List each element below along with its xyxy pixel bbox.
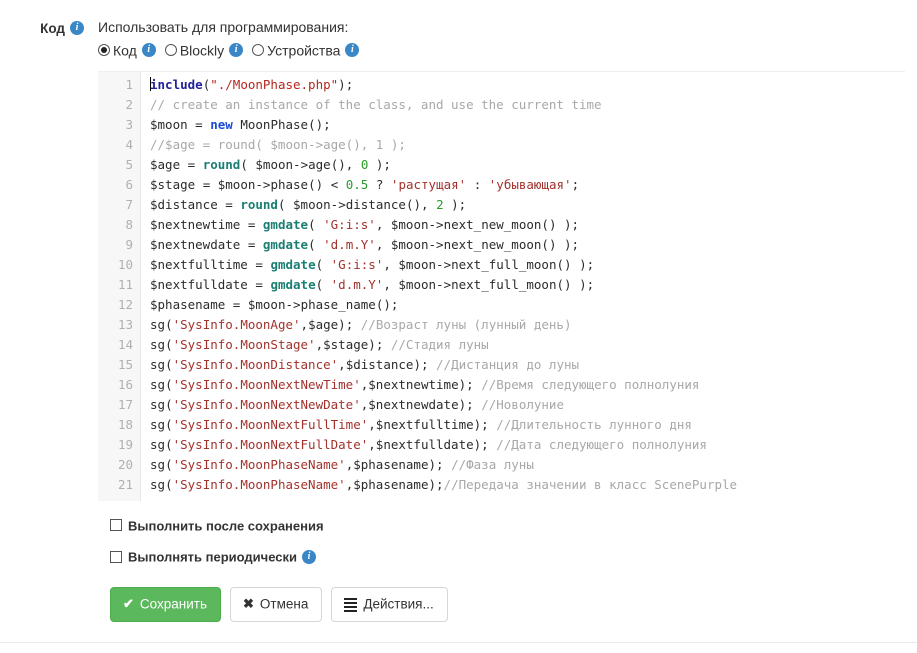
options-checkbox-group: Выполнить после сохранения Выполнять пер… [98,515,905,569]
code-line[interactable]: $age = round( $moon->age(), 0 ); [150,155,905,175]
editor-code-area[interactable]: include("./MoonPhase.php");// create an … [141,72,905,501]
radio-option-devices[interactable]: Устройства i [252,40,359,61]
code-line[interactable]: sg('SysInfo.MoonDistance',$distance); //… [150,355,905,375]
cancel-button-label: Отмена [260,596,308,611]
line-number: 7 [98,195,133,215]
code-editor[interactable]: 123456789101112131415161718192021 includ… [98,71,905,501]
checkbox-row-run-periodically[interactable]: Выполнять периодически i [110,546,905,569]
radio-dot-blockly[interactable] [165,44,177,56]
devices-mode-info-icon[interactable]: i [345,43,359,57]
code-form-row: Кодi Использовать для программирования: … [0,0,917,622]
code-line[interactable]: sg('SysInfo.MoonNextFullTime',$nextfullt… [150,415,905,435]
code-mode-info-icon[interactable]: i [142,43,156,57]
code-line[interactable]: sg('SysInfo.MoonNextNewTime',$nextnewtim… [150,375,905,395]
line-number: 10 [98,255,133,275]
code-line[interactable]: include("./MoonPhase.php"); [150,75,905,95]
run-periodically-info-icon[interactable]: i [302,550,316,564]
bottom-divider [0,642,917,643]
field-column: Использовать для программирования: КодiB… [98,18,917,622]
editor-line-number-gutter: 123456789101112131415161718192021 [98,72,141,501]
code-line[interactable]: // create an instance of the class, and … [150,95,905,115]
hamburger-icon [344,598,357,609]
radio-option-blockly[interactable]: Blockly i [165,40,243,61]
programming-mode-radio-group: КодiBlocklyiУстройстваi [98,40,905,61]
code-line[interactable]: sg('SysInfo.MoonPhaseName',$phasename);/… [150,475,905,495]
line-number: 6 [98,175,133,195]
code-line[interactable]: sg('SysInfo.MoonPhaseName',$phasename); … [150,455,905,475]
radio-label-blockly: Blockly [180,43,224,59]
line-number: 16 [98,375,133,395]
use-for-programming-label: Использовать для программирования: [98,18,905,37]
code-line[interactable]: $nextfulltime = gmdate( 'G:i:s', $moon->… [150,255,905,275]
checkbox-run-after-save[interactable] [110,519,122,531]
line-number: 20 [98,455,133,475]
code-line[interactable]: sg('SysInfo.MoonAge',$age); //Возраст лу… [150,315,905,335]
code-line[interactable]: sg('SysInfo.MoonNextFullDate',$nextfulld… [150,435,905,455]
blockly-mode-info-icon[interactable]: i [229,43,243,57]
line-number: 3 [98,115,133,135]
code-line[interactable]: $phasename = $moon->phase_name(); [150,295,905,315]
code-line[interactable]: sg('SysInfo.MoonNextNewDate',$nextnewdat… [150,395,905,415]
radio-label-code: Код [113,43,137,59]
line-number: 15 [98,355,133,375]
code-line[interactable]: $moon = new MoonPhase(); [150,115,905,135]
line-number: 13 [98,315,133,335]
code-line[interactable]: $nextnewdate = gmdate( 'd.m.Y', $moon->n… [150,235,905,255]
radio-dot-code[interactable] [98,44,110,56]
line-number: 8 [98,215,133,235]
line-number: 19 [98,435,133,455]
radio-label-devices: Устройства [267,43,340,59]
line-number: 5 [98,155,133,175]
radio-dot-devices[interactable] [252,44,264,56]
line-number: 11 [98,275,133,295]
line-number: 1 [98,75,133,95]
line-number: 21 [98,475,133,495]
code-line[interactable]: sg('SysInfo.MoonStage',$stage); //Стадия… [150,335,905,355]
line-number: 17 [98,395,133,415]
code-info-icon[interactable]: i [70,21,84,35]
line-number: 4 [98,135,133,155]
check-icon: ✔ [123,597,134,610]
checkbox-label-run-after-save: Выполнить после сохранения [128,518,324,533]
code-line[interactable]: $nextfulldate = gmdate( 'd.m.Y', $moon->… [150,275,905,295]
line-number: 2 [98,95,133,115]
save-button-label: Сохранить [140,596,207,611]
line-number: 14 [98,335,133,355]
code-line[interactable]: $stage = $moon->phase() < 0.5 ? 'растуща… [150,175,905,195]
action-button-bar: ✔ Сохранить ✖ Отмена Действия... [98,587,905,622]
code-line[interactable]: $distance = round( $moon->distance(), 2 … [150,195,905,215]
cancel-button[interactable]: ✖ Отмена [230,587,322,622]
close-icon: ✖ [243,597,254,610]
line-number: 12 [98,295,133,315]
line-number: 9 [98,235,133,255]
field-label-text: Код [40,21,65,36]
actions-button-label: Действия... [363,596,433,611]
checkbox-run-periodically[interactable] [110,551,122,563]
field-label-column: Кодi [0,18,98,36]
radio-option-code[interactable]: Кодi [98,40,156,61]
actions-button[interactable]: Действия... [331,587,447,622]
save-button[interactable]: ✔ Сохранить [110,587,221,622]
checkbox-row-run-after-save[interactable]: Выполнить после сохранения [110,515,905,538]
line-number: 18 [98,415,133,435]
checkbox-label-run-periodically: Выполнять периодически [128,550,297,565]
code-line[interactable]: //$age = round( $moon->age(), 1 ); [150,135,905,155]
code-line[interactable]: $nextnewtime = gmdate( 'G:i:s', $moon->n… [150,215,905,235]
